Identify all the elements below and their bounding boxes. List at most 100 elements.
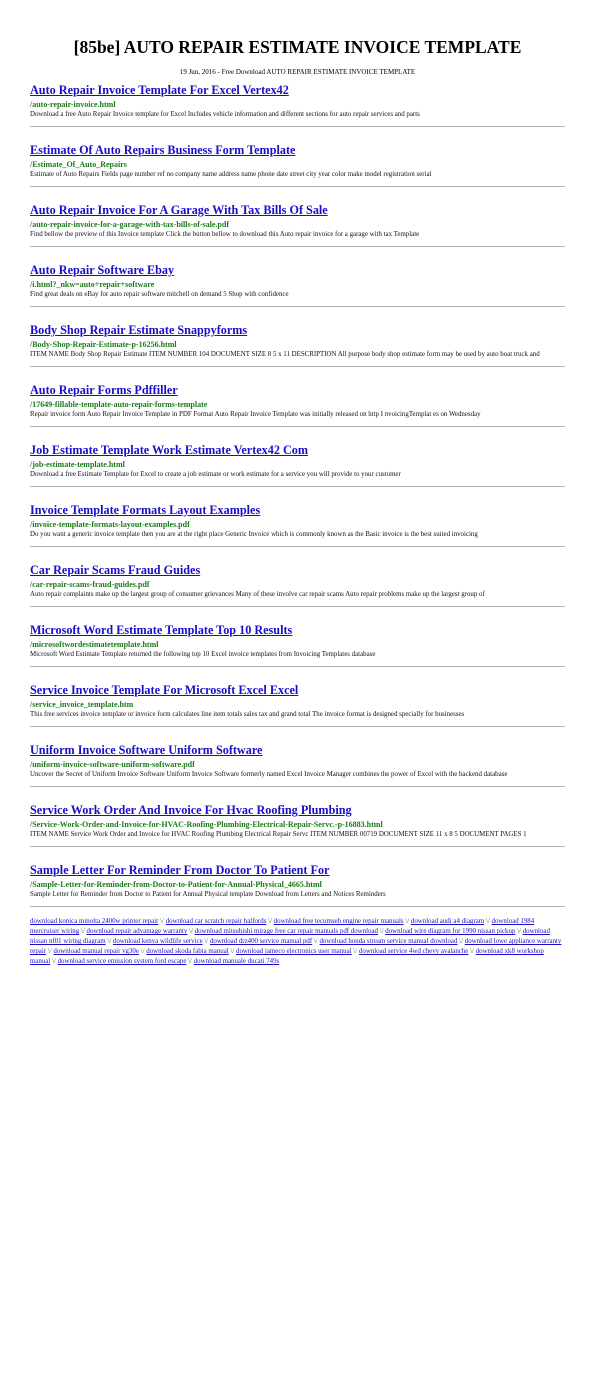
result-url: /17649-fillable-template-auto-repair-for… [30,400,208,409]
result-description: Do you want a generic invoice template t… [30,531,478,538]
result-url: /auto-repair-invoice-for-a-garage-with-t… [30,220,229,229]
divider [30,186,565,187]
divider [30,306,565,307]
result-description: Find bellow the preview of this Invoice … [30,231,420,238]
footer-link[interactable]: download mitsubishi mirage free car repa… [195,928,378,935]
divider [30,246,565,247]
result-url: /service_invoice_template.htm [30,700,134,709]
page: [85be] AUTO REPAIR ESTIMATE INVOICE TEMP… [0,0,595,967]
divider [30,666,565,667]
result-item: Body Shop Repair Estimate Snappyforms /B… [30,317,565,360]
divider [30,126,565,127]
footer-link[interactable]: download skoda fabia manual [146,948,228,955]
footer-link[interactable]: download drz400 service manual pdf [210,938,312,945]
result-item: Sample Letter For Reminder From Doctor T… [30,857,565,900]
result-title-link[interactable]: Uniform Invoice Software Uniform Softwar… [30,743,262,758]
result-title-link[interactable]: Invoice Template Formats Layout Examples [30,503,260,518]
result-description: Find great deals on eBay for auto repair… [30,291,289,298]
result-description: Sample Letter for Reminder from Doctor t… [30,891,386,898]
result-url: /job-estimate-template.html [30,460,125,469]
link-separator: \/ [140,948,145,955]
footer-link[interactable]: download honda stream service manual dow… [319,938,457,945]
footer-link[interactable]: download car scratch repair halfords [166,918,267,925]
result-description: Estimate of Auto Repairs Fields page num… [30,171,432,178]
result-url: /Service-Work-Order-and-Invoice-for-HVAC… [30,820,383,829]
footer-link[interactable]: download jameco electronics user manual [236,948,352,955]
footer-link[interactable]: download konica minolta 2400w printer re… [30,918,158,925]
link-separator: \/ [230,948,235,955]
link-separator: \/ [204,938,209,945]
link-separator: \/ [47,948,52,955]
page-subtitle: 19 Jun, 2016 - Free Download AUTO REPAIR… [179,68,416,76]
divider [30,726,565,727]
link-separator: \/ [189,928,193,935]
link-separator: \/ [485,918,490,925]
result-url: /i.html?_nkw=auto+repair+software [30,280,155,289]
result-title-link[interactable]: Sample Letter For Reminder From Doctor T… [30,863,329,878]
footer-link[interactable]: download manuale ducati 749s [194,958,280,965]
result-title-link[interactable]: Estimate Of Auto Repairs Business Form T… [30,143,295,158]
result-title-link[interactable]: Service Work Order And Invoice For Hvac … [30,803,352,818]
result-item: Service Invoice Template For Microsoft E… [30,677,565,720]
link-separator: \/ [160,918,164,925]
result-title-link[interactable]: Car Repair Scams Fraud Guides [30,563,200,578]
footer-link[interactable]: download free tecumseh engine repair man… [274,918,404,925]
footer-link[interactable]: download service 4wd chevy avalanche [359,948,468,955]
result-title-link[interactable]: Body Shop Repair Estimate Snappyforms [30,323,247,338]
result-description: ITEM NAME Service Work Order and Invoice… [30,831,527,838]
result-item: Auto Repair Invoice For A Garage With Ta… [30,197,565,240]
result-item: Auto Repair Software Ebay /i.html?_nkw=a… [30,257,565,300]
footer-link[interactable]: download wire diagram for 1990 nissan pi… [385,928,515,935]
link-separator: \/ [188,958,192,965]
footer-link[interactable]: download repair advantage warranty [87,928,188,935]
result-item: Uniform Invoice Software Uniform Softwar… [30,737,565,780]
result-item: Car Repair Scams Fraud Guides /car-repai… [30,557,565,600]
result-item: Invoice Template Formats Layout Examples… [30,497,565,540]
footer-link[interactable]: download audi a4 diagram [411,918,484,925]
result-url: /invoice-template-formats-layout-example… [30,520,190,529]
link-separator: \/ [405,918,410,925]
results-list: Auto Repair Invoice Template For Excel V… [30,77,565,907]
link-separator: \/ [313,938,318,945]
result-description: Repair invoice form Auto Repair Invoice … [30,411,481,418]
result-description: ITEM NAME Body Shop Repair Estimate ITEM… [30,351,540,358]
page-title: [85be] AUTO REPAIR ESTIMATE INVOICE TEMP… [73,37,522,57]
result-title-link[interactable]: Auto Repair Invoice For A Garage With Ta… [30,203,328,218]
divider [30,366,565,367]
result-description: Download a free Estimate Template for Ex… [30,471,401,478]
footer-link[interactable]: download kenya wildlife service [113,938,203,945]
result-item: Estimate Of Auto Repairs Business Form T… [30,137,565,180]
link-separator: \/ [52,958,56,965]
link-separator: \/ [470,948,474,955]
result-title-link[interactable]: Auto Repair Forms Pdffiller [30,383,178,398]
footer-links: download konica minolta 2400w printer re… [30,917,565,967]
result-url: /car-repair-scams-fraud-guides.pdf [30,580,150,589]
divider [30,426,565,427]
link-separator: \/ [517,928,521,935]
result-url: /Body-Shop-Repair-Estimate-p-16256.html [30,340,177,349]
divider [30,606,565,607]
link-separator: \/ [107,938,112,945]
result-title-link[interactable]: Service Invoice Template For Microsoft E… [30,683,298,698]
result-item: Service Work Order And Invoice For Hvac … [30,797,565,840]
result-item: Auto Repair Forms Pdffiller /17649-filla… [30,377,565,420]
footer-link[interactable]: download service emission system ford es… [58,958,187,965]
result-url: /microsoftwordestimatetemplate.html [30,640,159,649]
link-separator: \/ [459,938,464,945]
footer-link[interactable]: download manual repair vg30e [53,948,139,955]
link-separator: \/ [379,928,384,935]
result-title-link[interactable]: Job Estimate Template Work Estimate Vert… [30,443,308,458]
result-description: Uncover the Secret of Uniform Invoice So… [30,771,508,778]
link-separator: \/ [80,928,85,935]
result-title-link[interactable]: Auto Repair Invoice Template For Excel V… [30,83,289,98]
result-url: /Sample-Letter-for-Reminder-from-Doctor-… [30,880,322,889]
result-description: Download a free Auto Repair Invoice temp… [30,111,420,118]
result-item: Microsoft Word Estimate Template Top 10 … [30,617,565,660]
result-url: /Estimate_Of_Auto_Repairs [30,160,127,169]
result-title-link[interactable]: Microsoft Word Estimate Template Top 10 … [30,623,292,638]
link-separator: \/ [353,948,358,955]
result-title-link[interactable]: Auto Repair Software Ebay [30,263,174,278]
result-description: Microsoft Word Estimate Template returne… [30,651,376,658]
divider [30,546,565,547]
result-url: /uniform-invoice-software-uniform-softwa… [30,760,195,769]
